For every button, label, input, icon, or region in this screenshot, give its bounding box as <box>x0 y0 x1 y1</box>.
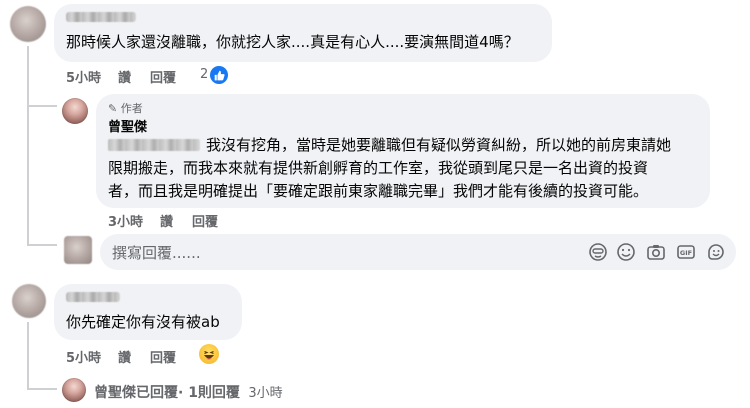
pen-icon: ✎ <box>108 102 118 115</box>
author-badge: ✎ 作者 <box>108 100 143 116</box>
haha-reaction-icon[interactable] <box>199 344 219 364</box>
reply-bubble: ✎ 作者 曾聖傑 我沒有挖角，當時是她要離職但有疑似勞資糾紛，所以她的前房東請她… <box>96 94 710 208</box>
replies-count: · 1則回覆 <box>178 385 240 401</box>
reply-input-placeholder[interactable]: 撰寫回覆...... <box>112 242 201 263</box>
author-badge-label: 作者 <box>120 102 143 115</box>
author-avatar[interactable] <box>62 98 88 124</box>
current-user-avatar[interactable] <box>64 236 92 264</box>
reply-author-name[interactable]: 曾聖傑 <box>108 116 147 135</box>
replies-time: 3小時 <box>248 386 283 401</box>
commenter2-name-blurred[interactable] <box>66 292 120 302</box>
thread-line <box>27 322 29 388</box>
sticker-icon[interactable] <box>706 242 726 262</box>
thread-line-branch <box>27 105 57 107</box>
comment2-actions: 5小時 讚 回覆 <box>0 347 750 366</box>
like-reaction-icon[interactable] <box>210 66 228 84</box>
comment2-bubble: 你先確定你有沒有被ab <box>54 284 242 340</box>
comment2-like-button[interactable]: 讚 <box>118 347 131 366</box>
reply-actions: 3小時 讚 回覆 <box>0 211 750 230</box>
thread-line-branch <box>27 244 57 246</box>
commenter-avatar[interactable] <box>10 6 46 42</box>
reply-button[interactable]: 回覆 <box>150 67 176 86</box>
mentioned-user-blurred[interactable] <box>108 139 200 151</box>
reply-text-line3: 者，而且我是明確提出「要確定跟前東家離職完畢」我們才能有後續的投資可能。 <box>108 182 649 200</box>
svg-text:GIF: GIF <box>680 249 692 257</box>
reply-text-line1: 我沒有挖角，當時是她要離職但有疑似勞資糾紛，所以她的前房東請她 <box>206 136 672 154</box>
comment2-reply-button[interactable]: 回覆 <box>150 347 176 366</box>
comment-text: 那時候人家還沒離職，你就挖人家....真是有心人....要演無間道4嗎？ <box>66 33 519 51</box>
replies-summary-text: 曾聖傑已回覆 <box>94 385 178 401</box>
reaction-count[interactable]: 2 <box>200 67 208 82</box>
reply-input-box[interactable]: 撰寫回覆...... GIF <box>100 234 736 270</box>
gif-icon[interactable]: GIF <box>676 242 696 262</box>
avatar-sticker-icon[interactable] <box>588 242 608 262</box>
comment2-time[interactable]: 5小時 <box>66 347 101 366</box>
reply-text: 我沒有挖角，當時是她要離職但有疑似勞資糾紛，所以她的前房東請她 限期搬走，而我本… <box>108 134 708 203</box>
reply-time[interactable]: 3小時 <box>108 211 143 230</box>
emoji-icon[interactable] <box>616 242 636 262</box>
comment-bubble: 那時候人家還沒離職，你就挖人家....真是有心人....要演無間道4嗎？ <box>54 4 552 62</box>
reply-reply-button[interactable]: 回覆 <box>192 211 218 230</box>
thread-line-branch <box>27 388 57 390</box>
replier-avatar[interactable] <box>62 378 86 402</box>
like-button[interactable]: 讚 <box>118 67 131 86</box>
reply-like-button[interactable]: 讚 <box>160 211 173 230</box>
comment-actions: 5小時 讚 回覆 2 <box>0 67 750 86</box>
comment-time[interactable]: 5小時 <box>66 67 101 86</box>
view-replies-link[interactable]: 曾聖傑已回覆· 1則回覆 3小時 <box>94 382 283 402</box>
comment2-text: 你先確定你有沒有被ab <box>66 313 220 331</box>
commenter-name-blurred[interactable] <box>66 12 136 22</box>
reply-text-line2: 限期搬走，而我本來就有提供新創孵育的工作室，我從頭到尾只是一名出資的投資 <box>108 159 649 177</box>
commenter2-avatar[interactable] <box>12 284 46 318</box>
camera-icon[interactable] <box>646 242 666 262</box>
